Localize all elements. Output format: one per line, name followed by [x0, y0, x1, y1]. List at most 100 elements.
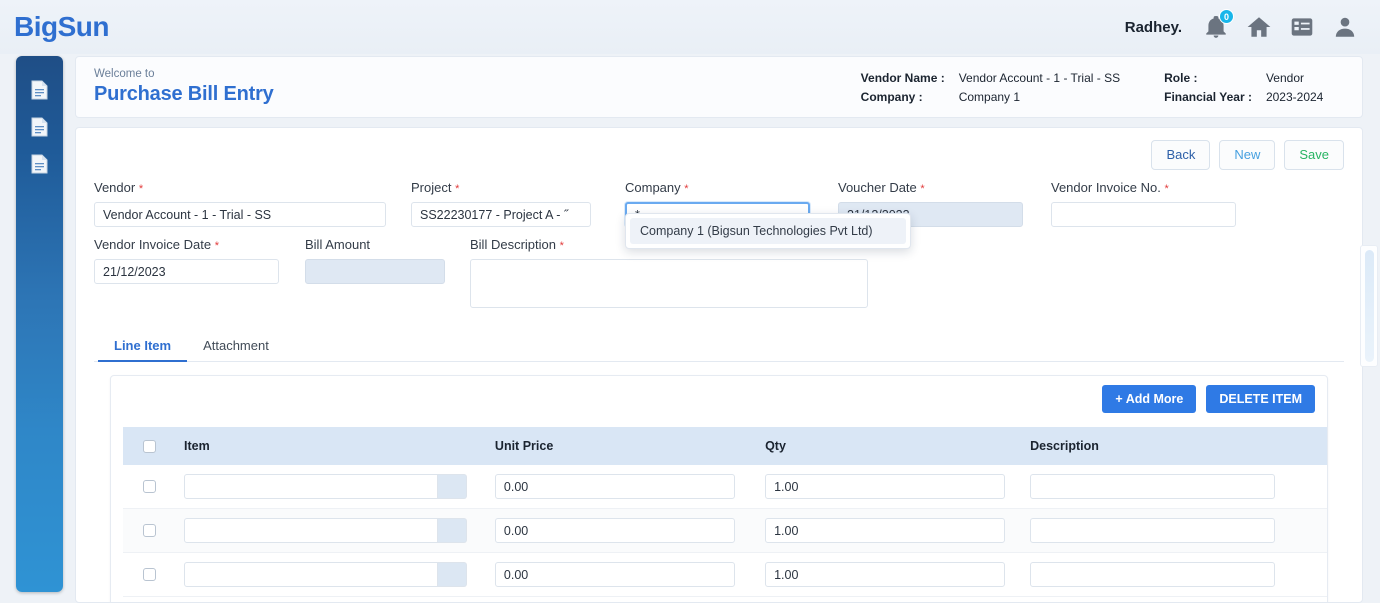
table-row: [123, 552, 1327, 597]
vendor-invoice-date-label: Vendor Invoice Date *: [94, 237, 219, 252]
bell-icon[interactable]: 0: [1203, 9, 1234, 40]
sidebar-item-document-2[interactable]: [16, 111, 63, 148]
company-value: Company 1: [958, 89, 1021, 104]
field-vendor: Vendor *: [94, 180, 386, 227]
sidebar-item-document-3[interactable]: [16, 148, 63, 185]
header-item: Item: [176, 427, 487, 465]
role-value: Vendor: [1265, 70, 1304, 85]
top-bar: BigSun Radhey. 0: [0, 0, 1380, 54]
welcome-header: Welcome to Purchase Bill Entry Vendor Na…: [75, 56, 1363, 118]
company-field-label: Company *: [625, 180, 689, 195]
table-header-row: Item Unit Price Qty Description: [123, 427, 1327, 465]
page-title-block: Welcome to Purchase Bill Entry: [90, 67, 274, 107]
tab-line-item[interactable]: Line Item: [98, 330, 188, 362]
vendor-invoice-date-input[interactable]: [94, 259, 279, 284]
row-qty-cell: [757, 465, 1023, 509]
vendor-invoice-no-label: Vendor Invoice No. *: [1051, 180, 1169, 195]
list-icon[interactable]: [1289, 14, 1315, 40]
row-qty-cell: [757, 508, 1023, 553]
unit-price-input[interactable]: [494, 474, 735, 499]
item-input[interactable]: [184, 562, 438, 587]
financial-year-label: Financial Year :: [1164, 89, 1252, 104]
right-scroll-thumb[interactable]: [1365, 250, 1374, 362]
form-row-1: Vendor * Project * Company *: [94, 180, 1344, 249]
sidebar-item-document-1[interactable]: [16, 74, 63, 111]
welcome-eyebrow: Welcome to: [94, 68, 155, 80]
document-icon: [31, 154, 48, 179]
bill-description-textarea[interactable]: [470, 259, 868, 308]
unit-price-input[interactable]: [494, 562, 735, 587]
row-checkbox[interactable]: [143, 480, 156, 493]
row-unit-price-cell: [486, 465, 758, 509]
role-label: Role :: [1164, 70, 1198, 85]
brand-logo[interactable]: BigSun: [14, 11, 110, 43]
right-scroll-strip[interactable]: [1360, 245, 1378, 367]
row-description-cell: [1022, 465, 1327, 509]
row-select-cell: [123, 465, 176, 509]
back-button[interactable]: Back: [1151, 140, 1211, 170]
field-project: Project *: [411, 180, 591, 227]
company-autocomplete-dropdown: Company 1 (Bigsun Technologies Pvt Ltd): [625, 213, 911, 249]
item-picker-icon[interactable]: [437, 474, 467, 499]
document-icon: [31, 117, 48, 142]
required-marker: *: [559, 240, 564, 252]
notification-badge: 0: [1219, 9, 1234, 24]
description-input[interactable]: [1030, 562, 1276, 587]
add-more-button[interactable]: + Add More: [1102, 385, 1197, 413]
line-item-table: Item Unit Price Qty Description: [123, 427, 1327, 597]
project-label: Project *: [411, 180, 460, 195]
qty-input[interactable]: [765, 562, 1006, 587]
company-dropdown-option[interactable]: Company 1 (Bigsun Technologies Pvt Ltd): [630, 218, 906, 244]
table-row: [123, 465, 1327, 509]
description-input[interactable]: [1030, 518, 1276, 543]
select-all-checkbox[interactable]: [143, 439, 156, 453]
line-item-card: + Add More DELETE ITEM Item Unit Price Q…: [110, 375, 1328, 602]
row-unit-price-cell: [486, 508, 758, 553]
vendor-input[interactable]: [94, 202, 386, 227]
new-button[interactable]: New: [1219, 140, 1276, 170]
qty-input[interactable]: [765, 474, 1006, 499]
vendor-invoice-no-input[interactable]: [1051, 202, 1236, 227]
project-input[interactable]: [411, 202, 591, 227]
item-picker-icon[interactable]: [437, 518, 467, 543]
section-tabs: Line Item Attachment: [94, 330, 1344, 362]
description-input[interactable]: [1030, 474, 1276, 499]
field-vendor-invoice-date: Vendor Invoice Date *: [94, 237, 279, 313]
user-icon[interactable]: [1332, 14, 1358, 40]
home-icon[interactable]: [1246, 14, 1272, 40]
unit-price-input[interactable]: [494, 518, 735, 543]
required-marker: *: [455, 183, 460, 195]
row-checkbox[interactable]: [143, 568, 156, 581]
row-unit-price-cell: [486, 552, 758, 597]
form-panel: Back New Save Vendor * Project *: [75, 127, 1363, 603]
page-title: Purchase Bill Entry: [94, 83, 274, 105]
header-unit-price: Unit Price: [486, 427, 758, 465]
session-meta: Vendor Name : Vendor Account - 1 - Trial…: [861, 71, 1348, 104]
item-input[interactable]: [184, 474, 438, 499]
qty-input[interactable]: [765, 518, 1006, 543]
header-qty: Qty: [757, 427, 1023, 465]
row-description-cell: [1022, 508, 1327, 553]
row-select-cell: [123, 508, 176, 553]
item-input-group: [184, 518, 467, 543]
field-vendor-invoice-no: Vendor Invoice No. *: [1051, 180, 1236, 227]
tab-attachment[interactable]: Attachment: [187, 330, 285, 361]
save-button[interactable]: Save: [1284, 140, 1344, 170]
table-row: [123, 508, 1327, 553]
header-description: Description: [1022, 427, 1327, 465]
bill-amount-input[interactable]: [305, 259, 445, 284]
required-marker: *: [214, 240, 219, 252]
item-picker-icon[interactable]: [437, 562, 467, 587]
user-greeting: Radhey.: [1124, 18, 1182, 36]
row-select-cell: [123, 552, 176, 597]
item-input[interactable]: [184, 518, 438, 543]
header-select-all: [123, 427, 176, 465]
row-checkbox[interactable]: [143, 524, 156, 537]
vendor-name-value: Vendor Account - 1 - Trial - SS: [958, 70, 1121, 85]
delete-item-button[interactable]: DELETE ITEM: [1206, 385, 1315, 413]
required-marker: *: [1164, 183, 1169, 195]
row-description-cell: [1022, 552, 1327, 597]
row-qty-cell: [757, 552, 1023, 597]
main-content: Welcome to Purchase Bill Entry Vendor Na…: [75, 56, 1363, 603]
vendor-name-label: Vendor Name :: [860, 70, 945, 85]
